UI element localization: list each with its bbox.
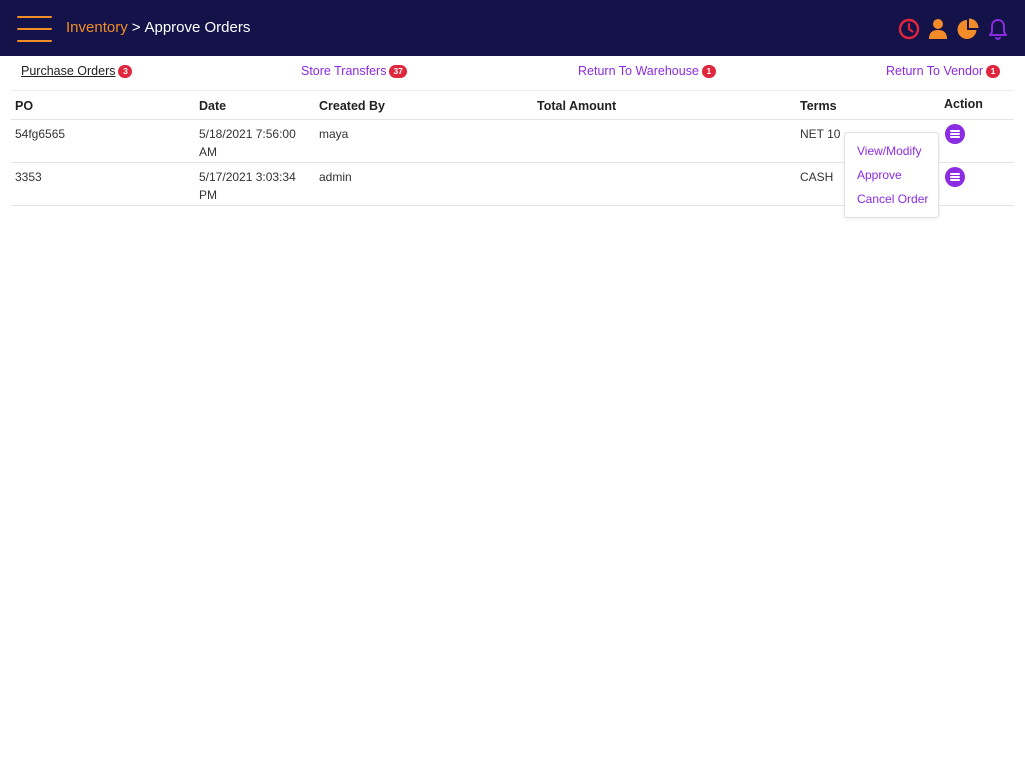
table-header: PO Date Created By Total Amount Terms Ac… — [11, 90, 1014, 120]
user-icon[interactable] — [926, 17, 950, 41]
hamburger-menu-icon[interactable] — [17, 16, 52, 42]
page-title: Approve Orders — [144, 19, 251, 36]
tab-store-transfers[interactable]: Store Transfers 37 — [301, 64, 407, 78]
column-header-created-by: Created By — [319, 99, 385, 113]
pie-chart-icon[interactable] — [956, 17, 980, 41]
created-by-cell: admin — [319, 170, 352, 184]
tab-purchase-orders[interactable]: Purchase Orders 3 — [21, 64, 133, 78]
top-bar: Inventory > Approve Orders — [0, 0, 1025, 56]
column-header-total-amount: Total Amount — [537, 99, 617, 113]
clock-icon[interactable] — [897, 17, 921, 41]
view-modify-menu-item[interactable]: View/Modify — [857, 144, 921, 158]
action-dropdown-menu: View/Modify Approve Cancel Order — [844, 132, 939, 218]
count-badge: 37 — [389, 65, 407, 78]
breadcrumb: Inventory > Approve Orders — [66, 19, 250, 36]
count-badge: 1 — [986, 65, 1001, 78]
tab-return-to-warehouse[interactable]: Return To Warehouse 1 — [578, 64, 716, 78]
breadcrumb-inventory-link[interactable]: Inventory — [66, 19, 128, 36]
count-badge: 3 — [118, 65, 133, 78]
po-cell: 54fg6565 — [15, 127, 66, 141]
po-cell: 3353 — [15, 170, 42, 184]
order-type-tabs: Purchase Orders 3 Store Transfers 37 Retur… — [0, 56, 1025, 88]
tab-label: Return To Warehouse — [578, 64, 699, 78]
tab-return-to-vendor[interactable]: Return To Vendor 1 — [886, 64, 1001, 78]
terms-cell: NET 10 — [800, 127, 841, 141]
tab-label: Store Transfers — [301, 64, 387, 78]
column-header-terms: Terms — [800, 99, 837, 113]
count-badge: 1 — [701, 65, 716, 78]
created-by-cell: maya — [319, 127, 349, 141]
tab-label: Purchase Orders — [21, 64, 116, 78]
tab-label: Return To Vendor — [886, 64, 984, 78]
cancel-order-menu-item[interactable]: Cancel Order — [857, 192, 928, 206]
column-header-action: Action — [944, 97, 983, 111]
date-cell: 5/18/2021 7:56:00 AM — [199, 127, 296, 159]
date-cell: 5/17/2021 3:03:34 PM — [199, 170, 296, 202]
breadcrumb-separator: > — [131, 19, 141, 36]
row-action-menu-icon[interactable] — [945, 167, 965, 187]
bell-icon[interactable] — [986, 17, 1010, 41]
column-header-po: PO — [15, 99, 34, 113]
column-header-date: Date — [199, 99, 227, 113]
row-action-menu-icon[interactable] — [945, 124, 965, 144]
approve-menu-item[interactable]: Approve — [857, 168, 902, 182]
terms-cell: CASH — [800, 170, 834, 184]
